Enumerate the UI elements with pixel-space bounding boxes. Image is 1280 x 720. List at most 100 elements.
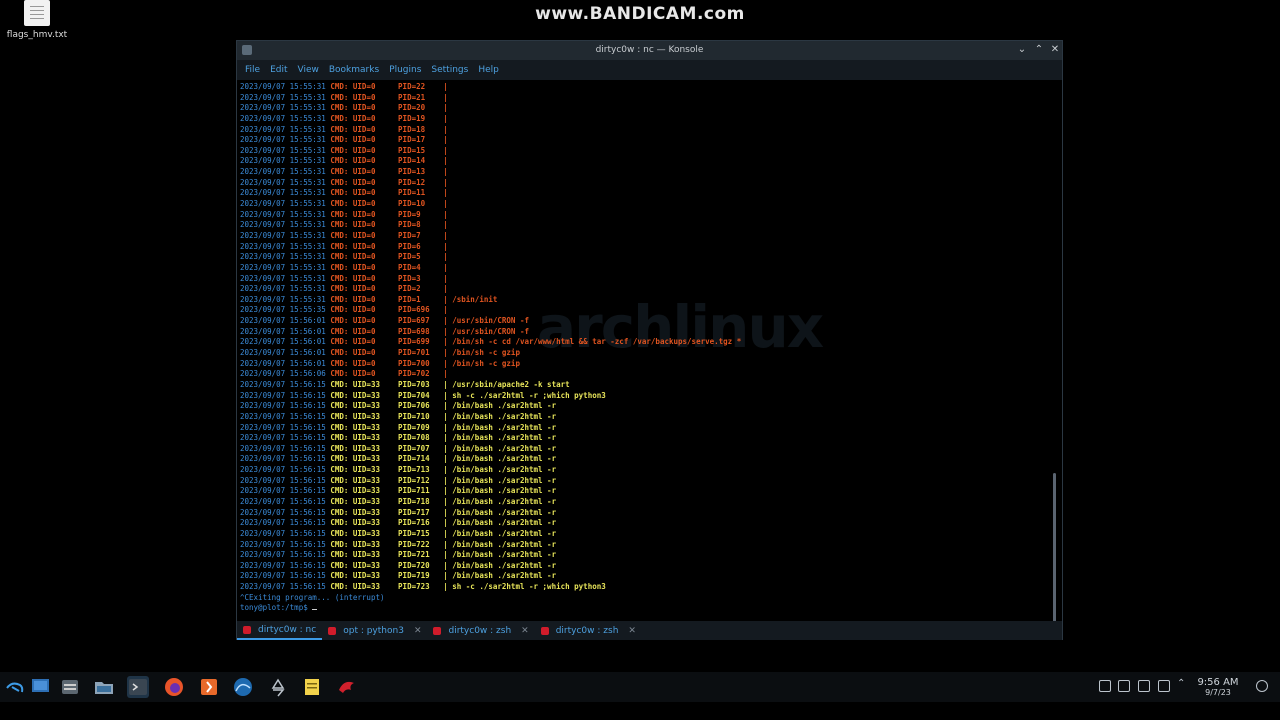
desktop-file-label: flags_hmv.txt — [6, 30, 68, 40]
tab-dirtyc0w-zsh[interactable]: dirtyc0w : zsh ✕ — [427, 621, 534, 640]
line-timestamp: 2023/09/07 15:55:31 — [240, 262, 326, 272]
line-timestamp: 2023/09/07 15:55:31 — [240, 145, 326, 155]
terminal-lines: 2023/09/07 15:55:31 CMD: UID=0 PID=22 | … — [237, 81, 1060, 614]
menu-help[interactable]: Help — [478, 65, 499, 75]
line-separator: | — [443, 496, 448, 506]
line-cmd-label: CMD: — [330, 475, 349, 485]
taskbar-clock[interactable]: 9:56 AM 9/7/23 — [1190, 677, 1246, 697]
line-cmd-label: CMD: — [330, 528, 349, 538]
firefox-icon[interactable] — [163, 676, 185, 698]
line-separator: | — [443, 135, 448, 145]
line-timestamp: 2023/09/07 15:56:15 — [240, 560, 326, 570]
line-uid: UID=33 — [352, 379, 380, 389]
terminal-line: 2023/09/07 15:56:15 CMD: UID=33 PID=714 … — [240, 454, 1060, 465]
line-timestamp: 2023/09/07 15:55:31 — [240, 199, 326, 209]
terminal-line: 2023/09/07 15:56:15 CMD: UID=33 PID=706 … — [240, 401, 1060, 412]
line-pid: PID=10 — [398, 199, 426, 209]
line-pid: PID=699 — [398, 337, 430, 347]
line-cmd-label: CMD: — [330, 337, 349, 347]
line-separator: | — [443, 188, 448, 198]
terminal-line: 2023/09/07 15:55:31 CMD: UID=0 PID=11 | — [240, 188, 1060, 199]
volume-muted-icon[interactable] — [1138, 680, 1150, 692]
tab-dirtyc0w-zsh-2[interactable]: dirtyc0w : zsh ✕ — [535, 621, 642, 640]
menu-edit[interactable]: Edit — [270, 65, 287, 75]
line-pid: PID=15 — [398, 145, 426, 155]
menu-settings[interactable]: Settings — [431, 65, 468, 75]
wireshark-icon[interactable] — [232, 676, 254, 698]
line-pid: PID=704 — [398, 390, 430, 400]
line-cmd-label: CMD: — [330, 401, 349, 411]
line-pid: PID=701 — [398, 348, 430, 358]
terminal-line: 2023/09/07 15:56:15 CMD: UID=33 PID=720 … — [240, 561, 1060, 572]
kali-dragon-icon[interactable] — [336, 676, 358, 698]
line-cmd-label: CMD: — [330, 433, 349, 443]
terminal-scrollbar[interactable] — [1053, 473, 1056, 621]
terminal-output[interactable]: archlinux 2023/09/07 15:55:31 CMD: UID=0… — [237, 81, 1060, 621]
menu-bookmarks[interactable]: Bookmarks — [329, 65, 379, 75]
minimize-icon[interactable]: ⌄ — [1015, 43, 1029, 57]
line-uid: UID=0 — [352, 262, 376, 272]
line-cmd-label: CMD: — [330, 496, 349, 506]
line-separator: | — [443, 475, 448, 485]
line-pid: PID=721 — [398, 550, 430, 560]
line-timestamp: 2023/09/07 15:56:15 — [240, 443, 326, 453]
bandicam-watermark: www.BANDICAM.com — [535, 4, 745, 24]
menu-file[interactable]: File — [245, 65, 260, 75]
line-timestamp: 2023/09/07 15:55:31 — [240, 124, 326, 134]
power-icon[interactable] — [1256, 680, 1268, 692]
terminal-line: 2023/09/07 15:55:31 CMD: UID=0 PID=18 | — [240, 125, 1060, 136]
folder-icon[interactable] — [93, 676, 115, 698]
menu-view[interactable]: View — [298, 65, 319, 75]
terminal-icon[interactable] — [127, 676, 149, 698]
expand-tray-icon[interactable]: ⌃ — [1177, 678, 1185, 689]
line-uid: UID=0 — [352, 188, 376, 198]
clipboard-icon[interactable] — [1118, 680, 1130, 692]
display-icon[interactable] — [1158, 680, 1170, 692]
line-uid: UID=0 — [352, 284, 376, 294]
terminal-line: 2023/09/07 15:55:31 CMD: UID=0 PID=22 | — [240, 82, 1060, 93]
line-separator: | — [443, 167, 448, 177]
line-pid: PID=11 — [398, 188, 426, 198]
line-pid: PID=723 — [398, 582, 430, 592]
recycle-icon[interactable] — [267, 676, 289, 698]
line-timestamp: 2023/09/07 15:56:15 — [240, 454, 326, 464]
terminal-line: 2023/09/07 15:55:31 CMD: UID=0 PID=10 | — [240, 199, 1060, 210]
terminal-line: 2023/09/07 15:56:01 CMD: UID=0 PID=698 |… — [240, 327, 1060, 338]
tab-close-icon[interactable]: ✕ — [414, 626, 422, 636]
line-separator: | — [443, 316, 448, 326]
line-pid: PID=722 — [398, 539, 430, 549]
line-uid: UID=0 — [352, 145, 376, 155]
line-pid: PID=713 — [398, 465, 430, 475]
network-icon[interactable] — [1099, 680, 1111, 692]
line-pid: PID=698 — [398, 326, 430, 336]
line-pid: PID=4 — [398, 262, 421, 272]
line-pid: PID=696 — [398, 305, 430, 315]
close-icon[interactable]: ✕ — [1048, 43, 1062, 57]
tab-close-icon[interactable]: ✕ — [628, 626, 636, 636]
burpsuite-icon[interactable] — [198, 676, 220, 698]
desktop-file-icon[interactable]: flags_hmv.txt — [6, 0, 68, 40]
maximize-icon[interactable]: ⌃ — [1032, 43, 1046, 57]
notes-icon[interactable] — [301, 676, 323, 698]
terminal-line: 2023/09/07 15:56:15 CMD: UID=33 PID=716 … — [240, 518, 1060, 529]
line-timestamp: 2023/09/07 15:56:15 — [240, 507, 326, 517]
line-uid: UID=0 — [352, 82, 376, 91]
tab-close-icon[interactable]: ✕ — [521, 626, 529, 636]
line-uid: UID=0 — [352, 348, 376, 358]
file-manager-icon[interactable] — [59, 676, 81, 698]
line-pid: PID=719 — [398, 571, 430, 581]
line-command: /usr/sbin/CRON -f — [452, 316, 529, 326]
line-cmd-label: CMD: — [330, 262, 349, 272]
line-command: /bin/bash ./sar2html -r — [452, 528, 557, 538]
line-cmd-label: CMD: — [330, 422, 349, 432]
line-uid: UID=0 — [352, 167, 376, 177]
line-command: sh -c ./sar2html -r ;which python3 — [452, 582, 606, 592]
menu-plugins[interactable]: Plugins — [389, 65, 421, 75]
title-bar[interactable]: dirtyc0w : nc — Konsole ⌄ ⌃ ✕ — [237, 41, 1062, 60]
line-pid: PID=9 — [398, 209, 421, 219]
tab-dirtyc0w-nc[interactable]: dirtyc0w : nc — [237, 621, 323, 640]
tab-opt-python3[interactable]: opt : python3 ✕ — [322, 621, 427, 640]
kali-menu-icon[interactable] — [4, 676, 26, 698]
line-cmd-label: CMD: — [330, 465, 349, 475]
desktop-icon[interactable] — [30, 676, 52, 698]
